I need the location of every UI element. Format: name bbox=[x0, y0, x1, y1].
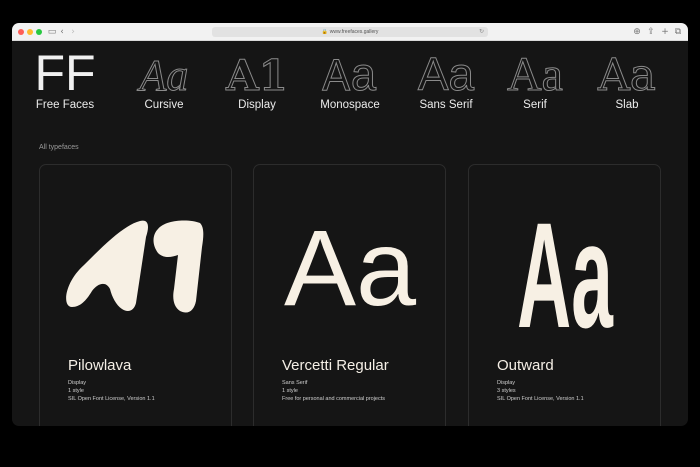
category-label: Sans Serif bbox=[419, 99, 473, 111]
category-label: Cursive bbox=[144, 99, 184, 111]
zoom-window-button[interactable] bbox=[36, 29, 42, 35]
url-text: www.freefaces.gallery bbox=[329, 29, 379, 35]
serif-glyph-icon: Aa bbox=[490, 48, 580, 102]
new-tab-icon[interactable]: + bbox=[659, 26, 671, 38]
typeface-style-count: 1 style bbox=[68, 388, 84, 394]
svg-text:Aa: Aa bbox=[597, 50, 656, 101]
category-nav: FF Free Faces Aa Cursive A1 Display Aa M… bbox=[12, 41, 688, 121]
section-title: All typefaces bbox=[39, 144, 79, 151]
tabs-icon[interactable]: ⧉ bbox=[672, 26, 684, 38]
typeface-specimen: Aa bbox=[469, 185, 660, 360]
slab-glyph-icon: Aa bbox=[582, 48, 672, 102]
svg-text:Aa: Aa bbox=[507, 48, 563, 101]
category-monospace[interactable]: Aa Monospace bbox=[305, 41, 395, 121]
specimen-letter-a bbox=[66, 220, 148, 311]
typeface-card-pilowlava[interactable]: Pilowlava Display 1 style SIL Open Font … bbox=[39, 164, 232, 426]
minimize-window-button[interactable] bbox=[27, 29, 33, 35]
svg-text:Aa: Aa bbox=[284, 207, 417, 328]
category-label: Slab bbox=[615, 99, 639, 111]
typeface-license: Free for personal and commercial project… bbox=[282, 396, 386, 402]
category-serif[interactable]: Aa Serif bbox=[490, 41, 580, 121]
close-window-button[interactable] bbox=[18, 29, 24, 35]
typeface-style-count: 1 style bbox=[282, 388, 298, 394]
free-faces-logo: FF bbox=[20, 45, 110, 101]
typeface-name: Pilowlava bbox=[68, 357, 132, 374]
typeface-category: Display bbox=[68, 380, 87, 386]
category-label: Display bbox=[238, 99, 276, 111]
svg-text:Aa: Aa bbox=[137, 51, 189, 100]
browser-window: ▭ ‹ › 🔒 www.freefaces.gallery ↻ ⊕ ⇪ + ⧉ … bbox=[12, 23, 688, 426]
cursive-glyph-icon: Aa bbox=[119, 48, 209, 101]
sans-serif-glyph-icon: Aa bbox=[401, 48, 491, 101]
category-free-faces[interactable]: FF Free Faces bbox=[20, 41, 110, 121]
category-label: Free Faces bbox=[35, 99, 95, 111]
typeface-card-outward[interactable]: Aa Outward Display 3 styles SIL Open Fon… bbox=[468, 164, 661, 426]
typeface-card-vercetti-regular[interactable]: Aa Vercetti Regular Sans Serif 1 style F… bbox=[253, 164, 446, 426]
typeface-category: Display bbox=[497, 380, 516, 386]
share-icon[interactable]: ⇪ bbox=[645, 26, 657, 38]
svg-text:Aa: Aa bbox=[418, 48, 475, 100]
typeface-name: Vercetti Regular bbox=[282, 357, 389, 374]
svg-text:Aa: Aa bbox=[517, 193, 614, 345]
typeface-name: Outward bbox=[497, 357, 554, 374]
specimen-letter-1 bbox=[153, 220, 204, 313]
browser-toolbar: ▭ ‹ › 🔒 www.freefaces.gallery ↻ ⊕ ⇪ + ⧉ bbox=[12, 23, 688, 41]
svg-text:A1: A1 bbox=[225, 51, 288, 100]
typeface-style-count: 3 styles bbox=[497, 388, 516, 394]
category-display[interactable]: A1 Display bbox=[212, 41, 302, 121]
typeface-specimen: Aa bbox=[254, 185, 445, 345]
typeface-category: Sans Serif bbox=[282, 380, 308, 386]
category-label: Monospace bbox=[320, 99, 380, 111]
category-sans-serif[interactable]: Aa Sans Serif bbox=[401, 41, 491, 121]
display-glyph-icon: A1 bbox=[212, 48, 302, 101]
category-label: Serif bbox=[523, 99, 547, 111]
category-cursive[interactable]: Aa Cursive bbox=[119, 41, 209, 121]
typeface-license: SIL Open Font License, Version 1.1 bbox=[497, 396, 584, 402]
typeface-license: SIL Open Font License, Version 1.1 bbox=[68, 396, 155, 402]
address-bar[interactable]: 🔒 www.freefaces.gallery ↻ bbox=[212, 27, 488, 37]
monospace-glyph-icon: Aa bbox=[305, 48, 395, 105]
download-icon[interactable]: ⊕ bbox=[631, 26, 643, 38]
svg-text:Aa: Aa bbox=[322, 52, 377, 104]
category-slab[interactable]: Aa Slab bbox=[582, 41, 672, 121]
typeface-specimen bbox=[40, 185, 231, 345]
reload-icon[interactable]: ↻ bbox=[479, 28, 484, 35]
svg-text:FF: FF bbox=[34, 45, 95, 101]
lock-icon: 🔒 bbox=[321, 29, 328, 35]
forward-icon[interactable]: › bbox=[67, 26, 79, 38]
